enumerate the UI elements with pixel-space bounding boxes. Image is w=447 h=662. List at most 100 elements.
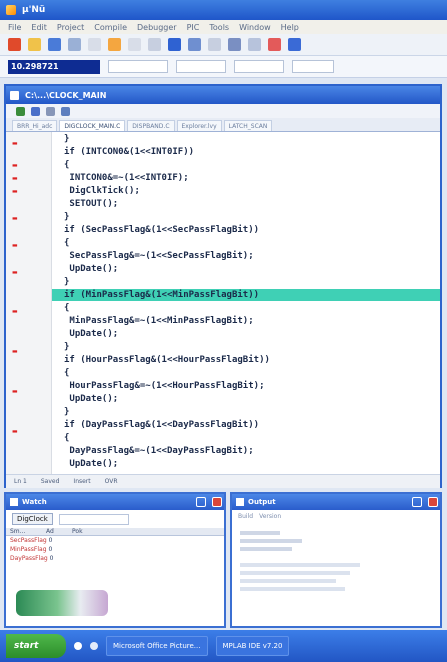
menu-debugger[interactable]: Debugger (137, 23, 177, 32)
device-combo[interactable] (176, 60, 226, 73)
watch-title-bar: Watch (6, 494, 224, 510)
undo-icon[interactable] (148, 38, 161, 51)
tab-version[interactable]: Version (259, 513, 281, 520)
add-symbol-button[interactable]: DigClock (12, 513, 53, 525)
halt-icon[interactable] (208, 38, 221, 51)
code-line: { (64, 160, 70, 170)
gutter-marker: ▬ (12, 215, 18, 222)
output-title-bar: Output (232, 494, 440, 510)
tab-brr-hi-adc[interactable]: BRR_Hi_adc (12, 120, 58, 131)
cut-icon[interactable] (88, 38, 101, 51)
tab-dispband[interactable]: DISPBAND.C (127, 120, 175, 131)
table-row[interactable]: SecPassFlag 0 (10, 536, 224, 545)
open-folder-icon[interactable] (28, 38, 41, 51)
code-line: { (64, 433, 70, 443)
tab-explorer[interactable]: Explorer.lvy (176, 120, 222, 131)
taskbar-item-picture[interactable]: Microsoft Office Picture... (106, 636, 208, 656)
menu-window[interactable]: Window (239, 23, 271, 32)
watch-title: Watch (22, 498, 47, 506)
save-icon[interactable] (48, 38, 61, 51)
code-line: } (64, 134, 70, 144)
print-icon[interactable] (68, 38, 81, 51)
new-file-icon[interactable] (8, 38, 21, 51)
line-gutter: ▬ ▬ ▬ ▬ ▬ ▬ ▬ ▬ ▬ ▬ ▬ (6, 132, 52, 474)
gutter-marker: ▬ (12, 269, 18, 276)
code-line: if (MinPassFlag&(1<<MinPassFlagBit)) (64, 290, 260, 300)
code-line: } (64, 342, 70, 352)
watch-icon (10, 498, 18, 506)
build-icon[interactable] (168, 38, 181, 51)
copy-icon[interactable] (108, 38, 121, 51)
col-symbol: Sm... (10, 528, 26, 535)
address-field[interactable]: 10.298721 (8, 59, 100, 74)
build-config-combo[interactable] (108, 60, 168, 73)
taskbar-item-mplab[interactable]: MPLAB IDE v7.20 (215, 636, 290, 656)
code-area[interactable]: } if (INTCON0&(1<<INT0IF)) { INTCON0&=~(… (52, 132, 440, 474)
table-row[interactable]: MinPassFlag 0 (10, 545, 224, 554)
step-icon[interactable] (228, 38, 241, 51)
window-title: µ'Nü (22, 5, 46, 15)
menu-bar: File Edit Project Compile Debugger PIC T… (0, 20, 447, 34)
code-line: if (SecPassFlag&(1<<SecPassFlagBit)) (64, 225, 260, 235)
code-line: { (64, 303, 70, 313)
debug-icon[interactable] (188, 38, 201, 51)
run-icon[interactable] (16, 106, 25, 116)
minimize-icon[interactable] (412, 497, 422, 507)
menu-edit[interactable]: Edit (31, 23, 47, 32)
menu-pic[interactable]: PIC (187, 23, 200, 32)
output-icon (236, 498, 244, 506)
code-line: if (INTCON0&(1<<INT0IF)) (64, 147, 195, 157)
tab-build[interactable]: Build (238, 513, 253, 520)
editor-title-bar: C:\...\CLOCK_MAIN (6, 86, 440, 104)
output-window: Output Build Version (230, 492, 442, 628)
code-line: UpDate(); (64, 459, 119, 469)
gutter-marker: ▬ (12, 348, 18, 355)
symbol-combo[interactable] (58, 513, 129, 525)
code-line: { (64, 368, 70, 378)
editor-status-bar: Ln 1 Saved Insert OVR (6, 474, 440, 488)
start-button[interactable]: start (6, 634, 66, 658)
main-toolbar (0, 34, 447, 56)
refresh-icon[interactable] (31, 106, 40, 116)
watch-rows: SecPassFlag 0 MinPassFlag 0 DayPassFlag … (6, 536, 224, 563)
gutter-marker: ▬ (12, 428, 18, 435)
reset-icon[interactable] (248, 38, 261, 51)
menu-file[interactable]: File (8, 23, 21, 32)
frequency-combo[interactable] (292, 60, 334, 73)
code-line: } (64, 277, 70, 287)
code-line: INTCON0&=~(1<<INT0IF); (64, 173, 189, 183)
table-row[interactable]: DayPassFlag 0 (10, 554, 224, 563)
step-over-icon[interactable] (46, 106, 55, 116)
bookmark-icon[interactable] (61, 106, 70, 116)
minimize-icon[interactable] (196, 497, 206, 507)
editor-window: C:\...\CLOCK_MAIN BRR_Hi_adc DIGCLOCK_MA… (4, 84, 442, 488)
gutter-marker: ▬ (12, 242, 18, 249)
paste-icon[interactable] (128, 38, 141, 51)
code-line: } (64, 212, 70, 222)
menu-tools[interactable]: Tools (209, 23, 229, 32)
app-icon (6, 5, 16, 15)
gutter-marker: ▬ (12, 308, 18, 315)
editor-toolbar (6, 104, 440, 118)
status-ovr: OVR (104, 478, 118, 485)
quick-launch-icon[interactable] (74, 642, 82, 650)
tab-digclock-main[interactable]: DIGCLOCK_MAIN.C (59, 120, 126, 131)
document-icon (10, 90, 19, 100)
menu-compile[interactable]: Compile (94, 23, 127, 32)
breakpoint-icon[interactable] (268, 38, 281, 51)
menu-help[interactable]: Help (281, 23, 299, 32)
close-icon[interactable] (212, 497, 222, 507)
output-title: Output (248, 498, 276, 506)
col-value: Pok (72, 528, 83, 535)
code-line: } (64, 407, 70, 417)
tab-latch-scan[interactable]: LATCH_SCAN (223, 120, 273, 131)
watch-window: Watch DigClock Sm... Ad Pok SecPassFlag … (4, 492, 226, 628)
status-insert: Insert (73, 478, 91, 485)
code-line: UpDate(); (64, 329, 119, 339)
close-icon[interactable] (428, 497, 438, 507)
checksum-combo[interactable] (234, 60, 284, 73)
help-icon[interactable] (288, 38, 301, 51)
quick-launch-icon[interactable] (90, 642, 98, 650)
editor-title: C:\...\CLOCK_MAIN (25, 90, 107, 100)
menu-project[interactable]: Project (57, 23, 84, 32)
